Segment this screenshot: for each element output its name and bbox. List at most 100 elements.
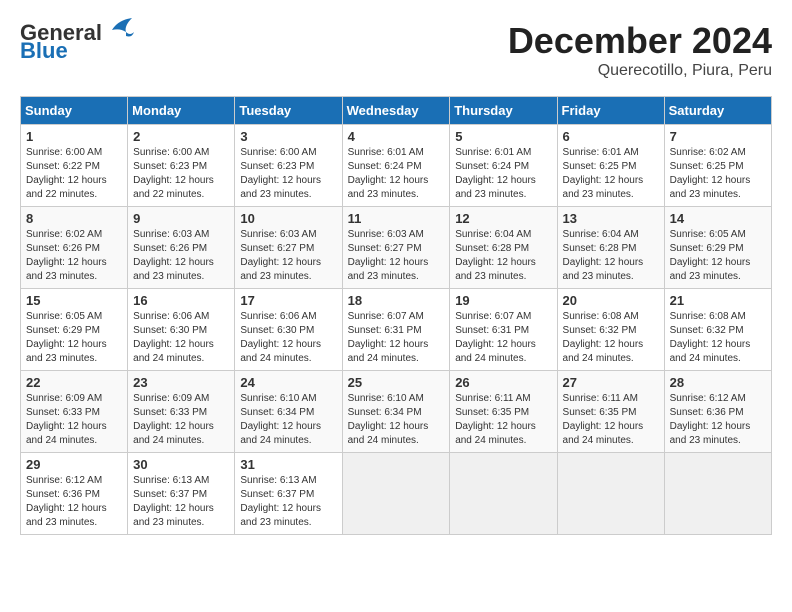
calendar-week-1: 1 Sunrise: 6:00 AM Sunset: 6:22 PM Daylig… <box>21 125 772 207</box>
day-number: 27 <box>563 375 659 390</box>
calendar-cell: 9Sunrise: 6:03 AM Sunset: 6:26 PM Daylig… <box>128 207 235 289</box>
calendar-cell: 12Sunrise: 6:04 AM Sunset: 6:28 PM Dayli… <box>450 207 557 289</box>
day-number: 25 <box>348 375 445 390</box>
calendar-cell: 26Sunrise: 6:11 AM Sunset: 6:35 PM Dayli… <box>450 371 557 453</box>
calendar-cell: 21 Sunrise: 6:08 AM Sunset: 6:32 PM Dayli… <box>664 289 771 371</box>
calendar-cell: 7 Sunrise: 6:02 AM Sunset: 6:25 PM Daylig… <box>664 125 771 207</box>
day-number: 18 <box>348 293 445 308</box>
day-info: Sunrise: 6:03 AM Sunset: 6:27 PM Dayligh… <box>348 228 445 284</box>
day-info: Sunrise: 6:00 AM Sunset: 6:23 PM Dayligh… <box>240 146 336 202</box>
calendar-subtitle: Querecotillo, Piura, Peru <box>508 62 772 80</box>
day-info: Sunrise: 6:00 AM Sunset: 6:23 PM Dayligh… <box>133 146 229 202</box>
day-number: 19 <box>455 293 551 308</box>
calendar-cell <box>450 453 557 535</box>
day-info: Sunrise: 6:05 AM Sunset: 6:29 PM Dayligh… <box>26 310 122 366</box>
logo-blue: Blue <box>20 38 68 64</box>
day-number: 4 <box>348 129 445 144</box>
calendar-cell: 6 Sunrise: 6:01 AM Sunset: 6:25 PM Daylig… <box>557 125 664 207</box>
day-info: Sunrise: 6:09 AM Sunset: 6:33 PM Dayligh… <box>133 392 229 448</box>
day-number: 24 <box>240 375 336 390</box>
calendar-cell: 5 Sunrise: 6:01 AM Sunset: 6:24 PM Daylig… <box>450 125 557 207</box>
day-info: Sunrise: 6:07 AM Sunset: 6:31 PM Dayligh… <box>348 310 445 366</box>
day-number: 28 <box>670 375 766 390</box>
day-info: Sunrise: 6:13 AM Sunset: 6:37 PM Dayligh… <box>240 474 336 530</box>
day-info: Sunrise: 6:12 AM Sunset: 6:36 PM Dayligh… <box>26 474 122 530</box>
calendar-week-4: 22 Sunrise: 6:09 AM Sunset: 6:33 PM Dayli… <box>21 371 772 453</box>
calendar-cell: 31 Sunrise: 6:13 AM Sunset: 6:37 PM Dayli… <box>235 453 342 535</box>
day-number: 31 <box>240 457 336 472</box>
day-number: 13 <box>563 211 659 226</box>
day-info: Sunrise: 6:05 AM Sunset: 6:29 PM Dayligh… <box>670 228 766 284</box>
day-number: 2 <box>133 129 229 144</box>
calendar-cell <box>557 453 664 535</box>
header-thursday: Thursday <box>450 97 557 125</box>
header-tuesday: Tuesday <box>235 97 342 125</box>
calendar-cell: 30 Sunrise: 6:13 AM Sunset: 6:37 PM Dayli… <box>128 453 235 535</box>
day-number: 6 <box>563 129 659 144</box>
day-info: Sunrise: 6:11 AM Sunset: 6:35 PM Dayligh… <box>455 392 551 448</box>
calendar-cell: 2 Sunrise: 6:00 AM Sunset: 6:23 PM Daylig… <box>128 125 235 207</box>
day-info: Sunrise: 6:02 AM Sunset: 6:25 PM Dayligh… <box>670 146 766 202</box>
day-info: Sunrise: 6:10 AM Sunset: 6:34 PM Dayligh… <box>240 392 336 448</box>
day-number: 15 <box>26 293 122 308</box>
day-info: Sunrise: 6:08 AM Sunset: 6:32 PM Dayligh… <box>563 310 659 366</box>
calendar-cell: 17Sunrise: 6:06 AM Sunset: 6:30 PM Dayli… <box>235 289 342 371</box>
day-number: 9 <box>133 211 229 226</box>
header-wednesday: Wednesday <box>342 97 450 125</box>
day-number: 20 <box>563 293 659 308</box>
calendar-cell: 18 Sunrise: 6:07 AM Sunset: 6:31 PM Dayli… <box>342 289 450 371</box>
day-number: 1 <box>26 129 122 144</box>
day-info: Sunrise: 6:12 AM Sunset: 6:36 PM Dayligh… <box>670 392 766 448</box>
calendar-week-5: 29 Sunrise: 6:12 AM Sunset: 6:36 PM Dayli… <box>21 453 772 535</box>
calendar-cell <box>664 453 771 535</box>
day-info: Sunrise: 6:01 AM Sunset: 6:24 PM Dayligh… <box>348 146 445 202</box>
calendar-cell: 16 Sunrise: 6:06 AM Sunset: 6:30 PM Dayli… <box>128 289 235 371</box>
calendar-cell: 22Sunrise: 6:09 AM Sunset: 6:33 PM Dayli… <box>21 371 128 453</box>
header-sunday: Sunday <box>21 97 128 125</box>
day-info: Sunrise: 6:04 AM Sunset: 6:28 PM Dayligh… <box>455 228 551 284</box>
day-info: Sunrise: 6:04 AM Sunset: 6:28 PM Dayligh… <box>563 228 659 284</box>
page-header: General Blue December 2024 Querecotillo,… <box>20 20 772 80</box>
day-number: 7 <box>670 129 766 144</box>
day-info: Sunrise: 6:10 AM Sunset: 6:34 PM Dayligh… <box>348 392 445 448</box>
day-info: Sunrise: 6:07 AM Sunset: 6:31 PM Dayligh… <box>455 310 551 366</box>
day-info: Sunrise: 6:11 AM Sunset: 6:35 PM Dayligh… <box>563 392 659 448</box>
calendar-cell: 1 Sunrise: 6:00 AM Sunset: 6:22 PM Daylig… <box>21 125 128 207</box>
day-info: Sunrise: 6:02 AM Sunset: 6:26 PM Dayligh… <box>26 228 122 284</box>
day-number: 30 <box>133 457 229 472</box>
calendar-header-row: SundayMondayTuesdayWednesdayThursdayFrid… <box>21 97 772 125</box>
day-number: 16 <box>133 293 229 308</box>
calendar-cell: 23 Sunrise: 6:09 AM Sunset: 6:33 PM Dayli… <box>128 371 235 453</box>
day-info: Sunrise: 6:03 AM Sunset: 6:27 PM Dayligh… <box>240 228 336 284</box>
calendar-cell: 11 Sunrise: 6:03 AM Sunset: 6:27 PM Dayli… <box>342 207 450 289</box>
day-number: 21 <box>670 293 766 308</box>
day-number: 5 <box>455 129 551 144</box>
day-info: Sunrise: 6:08 AM Sunset: 6:32 PM Dayligh… <box>670 310 766 366</box>
day-info: Sunrise: 6:00 AM Sunset: 6:22 PM Dayligh… <box>26 146 122 202</box>
calendar-cell: 25 Sunrise: 6:10 AM Sunset: 6:34 PM Dayli… <box>342 371 450 453</box>
day-number: 8 <box>26 211 122 226</box>
calendar-cell: 3 Sunrise: 6:00 AM Sunset: 6:23 PM Daylig… <box>235 125 342 207</box>
calendar-cell: 8 Sunrise: 6:02 AM Sunset: 6:26 PM Daylig… <box>21 207 128 289</box>
logo-bird-icon <box>104 18 136 40</box>
calendar-cell: 24 Sunrise: 6:10 AM Sunset: 6:34 PM Dayli… <box>235 371 342 453</box>
day-number: 22 <box>26 375 122 390</box>
day-info: Sunrise: 6:01 AM Sunset: 6:24 PM Dayligh… <box>455 146 551 202</box>
calendar-table: SundayMondayTuesdayWednesdayThursdayFrid… <box>20 96 772 535</box>
logo: General Blue <box>20 20 136 64</box>
day-info: Sunrise: 6:06 AM Sunset: 6:30 PM Dayligh… <box>133 310 229 366</box>
day-number: 23 <box>133 375 229 390</box>
calendar-week-3: 15 Sunrise: 6:05 AM Sunset: 6:29 PM Dayli… <box>21 289 772 371</box>
day-number: 3 <box>240 129 336 144</box>
calendar-cell: 10Sunrise: 6:03 AM Sunset: 6:27 PM Dayli… <box>235 207 342 289</box>
calendar-cell: 28 Sunrise: 6:12 AM Sunset: 6:36 PM Dayli… <box>664 371 771 453</box>
day-number: 14 <box>670 211 766 226</box>
day-number: 29 <box>26 457 122 472</box>
day-info: Sunrise: 6:13 AM Sunset: 6:37 PM Dayligh… <box>133 474 229 530</box>
calendar-cell: 27 Sunrise: 6:11 AM Sunset: 6:35 PM Dayli… <box>557 371 664 453</box>
day-number: 11 <box>348 211 445 226</box>
calendar-cell: 15 Sunrise: 6:05 AM Sunset: 6:29 PM Dayli… <box>21 289 128 371</box>
header-saturday: Saturday <box>664 97 771 125</box>
calendar-cell: 4 Sunrise: 6:01 AM Sunset: 6:24 PM Daylig… <box>342 125 450 207</box>
day-info: Sunrise: 6:01 AM Sunset: 6:25 PM Dayligh… <box>563 146 659 202</box>
